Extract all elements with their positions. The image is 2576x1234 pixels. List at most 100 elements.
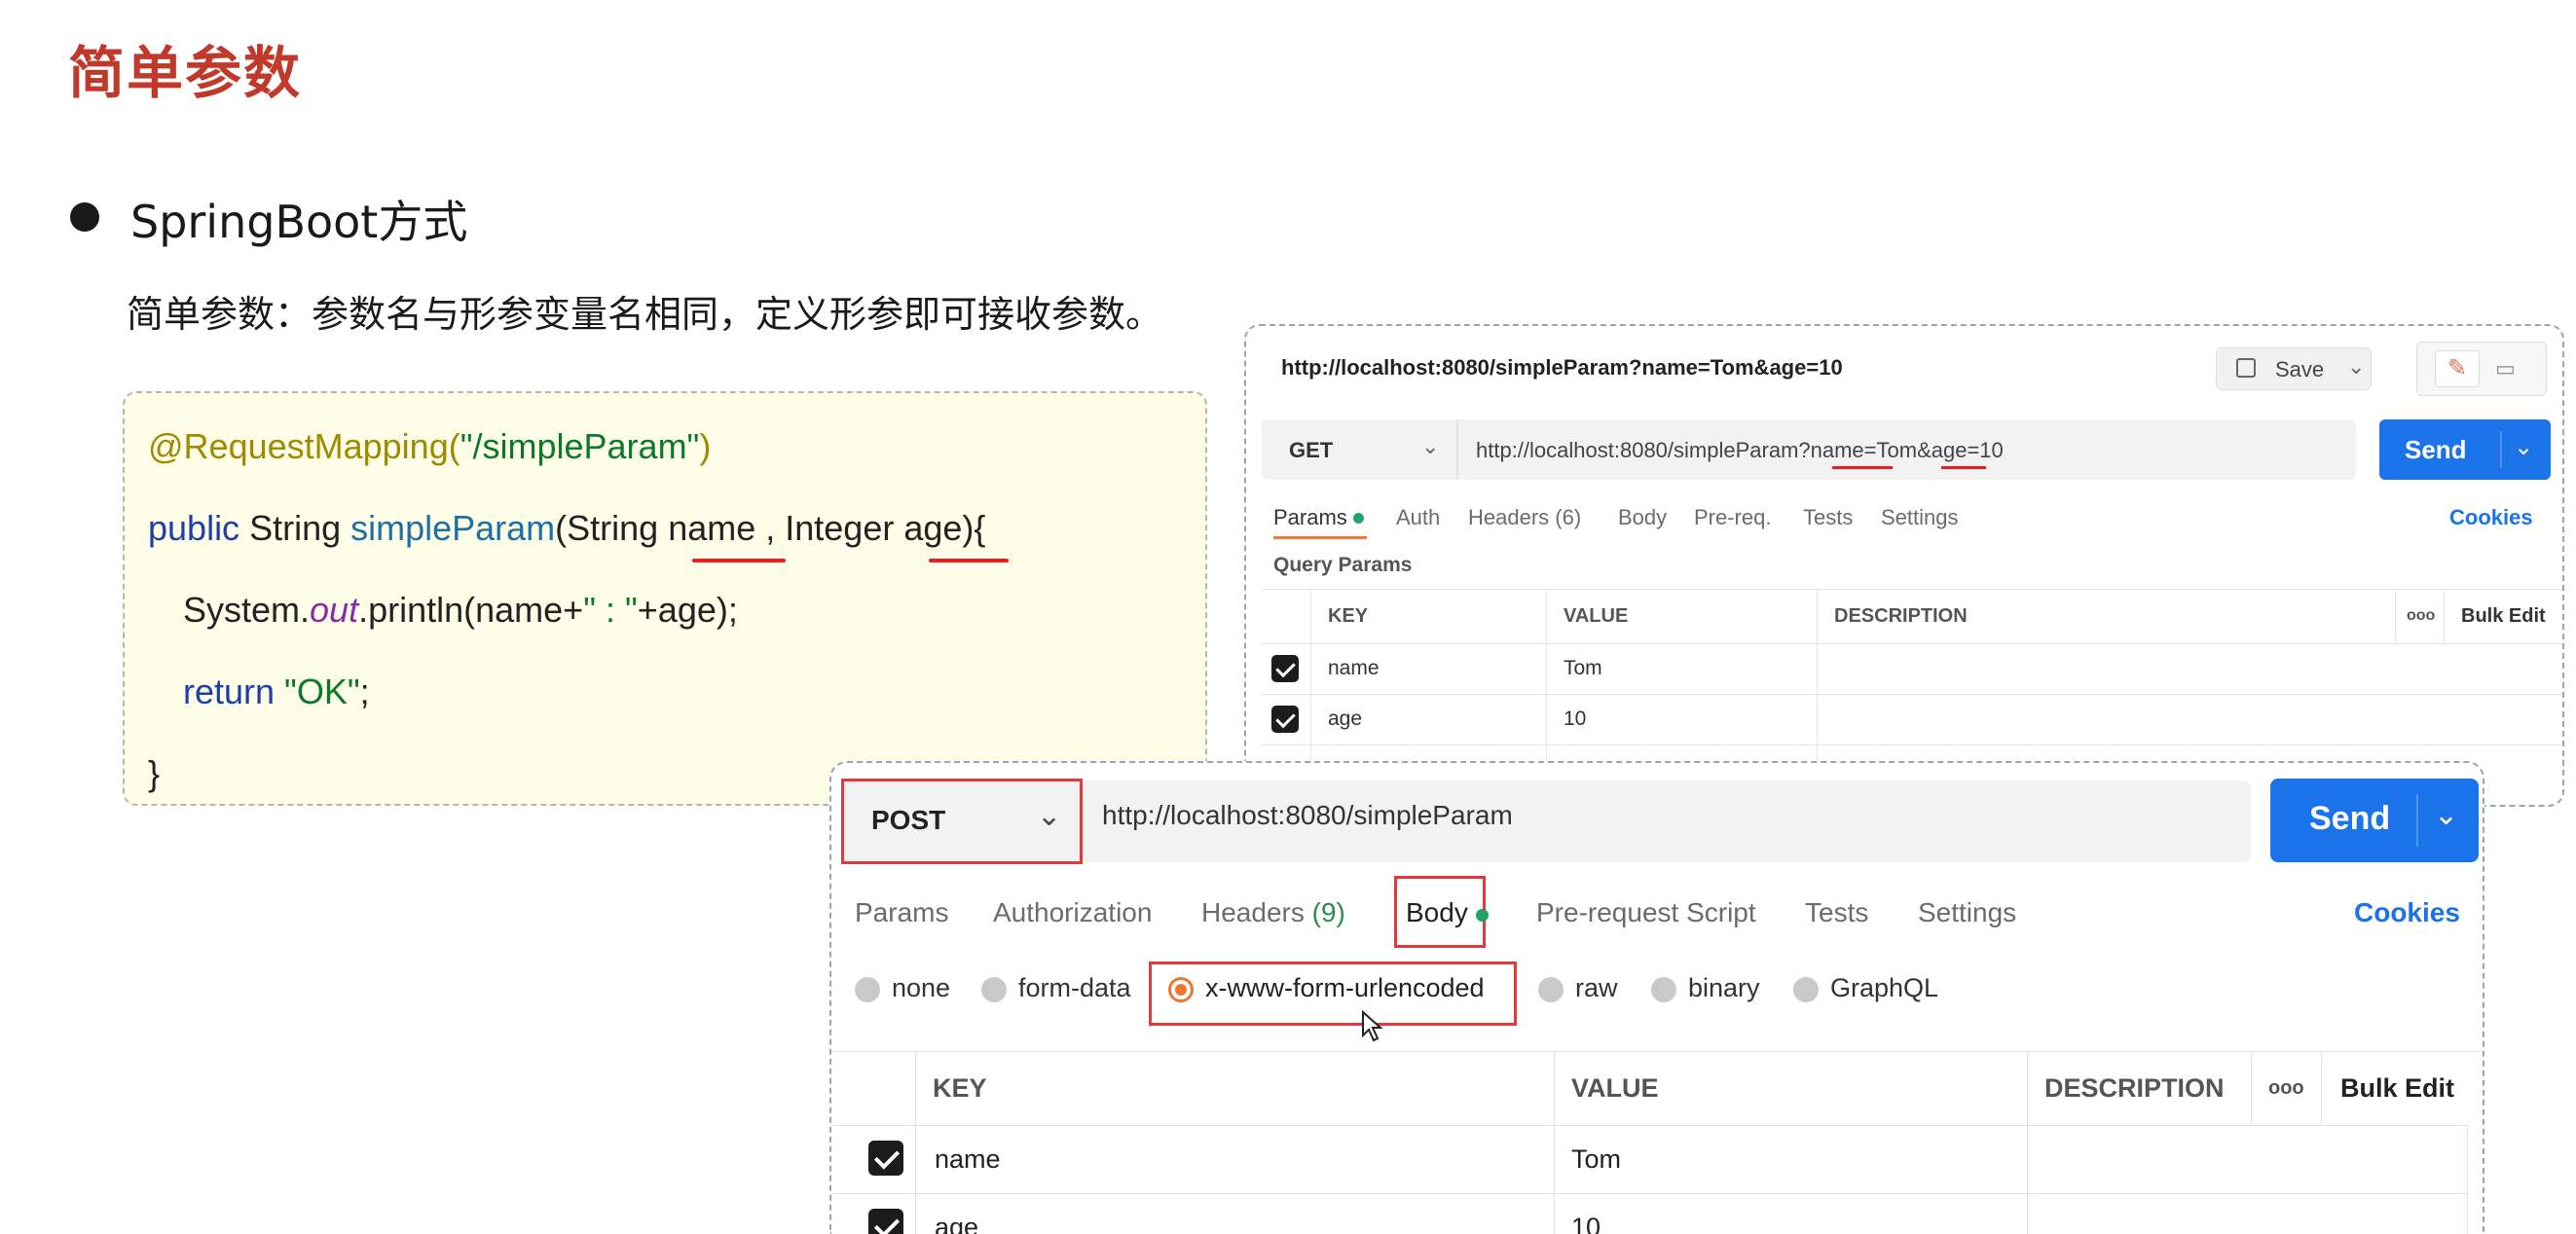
tab-body[interactable]: Body	[1618, 505, 1667, 530]
tab-auth[interactable]: Auth	[1396, 505, 1440, 530]
body-value[interactable]: Tom	[1571, 1125, 1621, 1193]
param-value[interactable]: 10	[1564, 694, 1586, 744]
url-bar: GET ⌄ http://localhost:8080/simpleParam?…	[1262, 419, 2356, 480]
radio-raw[interactable]	[1538, 977, 1564, 1002]
send-button[interactable]: Send ⌄	[2270, 779, 2479, 862]
checkbox[interactable]	[868, 1209, 903, 1234]
radio-urlencoded[interactable]	[1168, 977, 1194, 1002]
annotation-path-token: "/simpleParam"	[460, 426, 700, 466]
checkbox[interactable]	[1271, 706, 1299, 733]
radio-label-binary[interactable]: binary	[1688, 973, 1760, 1003]
body-value[interactable]: 10	[1571, 1193, 1601, 1234]
url-input[interactable]: http://localhost:8080/simpleParam	[1102, 800, 1513, 831]
annotation-token: @RequestMapping(	[148, 426, 460, 466]
tab-settings[interactable]: Settings	[1918, 897, 2016, 928]
save-label: Save	[2275, 357, 2325, 381]
cookies-link[interactable]: Cookies	[2449, 505, 2533, 530]
more-options-icon[interactable]: ooo	[2268, 1051, 2304, 1125]
radio-none[interactable]	[855, 977, 880, 1002]
divider	[831, 1193, 2467, 1194]
view-toggle: ✎ ▭	[2416, 342, 2547, 396]
method-highlight-box[interactable]: POST ⌄	[841, 779, 1083, 864]
body-key[interactable]: age	[935, 1193, 978, 1234]
return-end: ;	[359, 671, 370, 711]
bulk-edit-button[interactable]: Bulk Edit	[2340, 1051, 2454, 1125]
radio-label-urlencoded[interactable]: x-www-form-urlencoded	[1205, 973, 1485, 1003]
name-underline	[1832, 466, 1893, 469]
chevron-down-icon[interactable]: ⌄	[2434, 798, 2458, 832]
request-title[interactable]: http://localhost:8080/simpleParam?name=T…	[1281, 355, 1843, 381]
tab-prerequest[interactable]: Pre-request Script	[1536, 897, 1756, 928]
description-text: 简单参数：参数名与形参变量名相同，定义形参即可接收参数。	[127, 293, 1163, 336]
param-key[interactable]: age	[1328, 694, 1362, 744]
save-icon	[2236, 358, 2256, 378]
checkbox[interactable]	[868, 1141, 903, 1176]
println-token: .println(name+	[358, 590, 584, 630]
send-label: Send	[2309, 800, 2391, 837]
bulk-edit-button[interactable]: Bulk Edit	[2461, 589, 2546, 643]
chevron-down-icon[interactable]: ⌄	[2514, 433, 2533, 461]
chevron-down-icon[interactable]: ⌄	[2347, 354, 2365, 380]
annotation-close-token: )	[699, 426, 712, 466]
method-select[interactable]: POST	[871, 805, 945, 836]
send-button[interactable]: Send ⌄	[2379, 419, 2551, 480]
cookies-link[interactable]: Cookies	[2354, 897, 2460, 928]
println-end: +age);	[637, 590, 738, 630]
tab-tests[interactable]: Tests	[1805, 897, 1868, 928]
chevron-down-icon[interactable]: ⌄	[1037, 799, 1061, 833]
checkbox[interactable]	[1271, 655, 1299, 682]
radio-label-raw[interactable]: raw	[1575, 973, 1618, 1003]
more-options-icon[interactable]: ooo	[2407, 589, 2435, 643]
code-line-5: }	[148, 753, 161, 793]
post-request-panel: POST ⌄ http://localhost:8080/simpleParam…	[829, 761, 2484, 1234]
tab-prereq[interactable]: Pre-req.	[1694, 505, 1771, 530]
type-string: String	[239, 508, 351, 548]
tab-authorization[interactable]: Authorization	[993, 897, 1152, 928]
radio-label-form-data[interactable]: form-data	[1018, 973, 1131, 1003]
tab-params[interactable]: Params	[855, 897, 948, 928]
keyword-public: public	[148, 508, 240, 548]
chevron-down-icon[interactable]: ⌄	[1421, 434, 1439, 459]
send-label: Send	[2405, 435, 2467, 464]
tab-tests[interactable]: Tests	[1803, 505, 1853, 530]
column-key: KEY	[933, 1073, 987, 1103]
code-line-3: System.out.println(name+" : "+age);	[183, 590, 738, 631]
radio-label-none[interactable]: none	[892, 973, 950, 1003]
column-key: KEY	[1328, 605, 1369, 627]
radio-binary[interactable]	[1651, 977, 1676, 1002]
tab-settings[interactable]: Settings	[1881, 505, 1959, 530]
tab-body[interactable]: Body	[1406, 897, 1468, 928]
divider	[1456, 419, 1458, 480]
divider	[1262, 643, 2562, 644]
divider	[2321, 1051, 2322, 1125]
param-key[interactable]: name	[1328, 643, 1380, 694]
tab-headers[interactable]: Headers (9)	[1201, 897, 1345, 928]
code-line-4: return "OK";	[183, 671, 370, 712]
status-dot	[1353, 513, 1364, 524]
keyword-return: return	[183, 671, 276, 711]
tab-headers[interactable]: Headers (6)	[1468, 505, 1581, 530]
comment-icon[interactable]: ▭	[2495, 356, 2516, 381]
save-button[interactable]: Save ⌄	[2216, 347, 2372, 390]
name-underline	[692, 559, 786, 563]
age-underline	[1941, 466, 1986, 469]
tab-params[interactable]: Params	[1273, 505, 1347, 530]
radio-form-data[interactable]	[981, 977, 1007, 1002]
pencil-icon[interactable]: ✎	[2435, 350, 2480, 387]
divider	[1554, 1051, 1555, 1234]
bullet-text: SpringBoot方式	[130, 196, 468, 248]
method-select[interactable]: GET	[1289, 438, 1333, 463]
tab-headers-label: Headers	[1201, 897, 1305, 927]
divider	[2027, 1051, 2028, 1234]
url-input[interactable]: http://localhost:8080/simpleParam?name=T…	[1476, 438, 2004, 463]
age-underline	[929, 559, 1009, 563]
body-key[interactable]: name	[935, 1125, 1001, 1193]
out-token: out	[310, 590, 359, 630]
radio-graphql[interactable]	[1793, 977, 1819, 1002]
get-request-panel: http://localhost:8080/simpleParam?name=T…	[1244, 324, 2564, 807]
divider	[2251, 1051, 2252, 1125]
slide-title: 简单参数	[68, 40, 303, 106]
radio-label-graphql[interactable]: GraphQL	[1830, 973, 1938, 1003]
param-value[interactable]: Tom	[1564, 643, 1602, 694]
code-line-2: public String simpleParam(String name , …	[148, 508, 985, 549]
